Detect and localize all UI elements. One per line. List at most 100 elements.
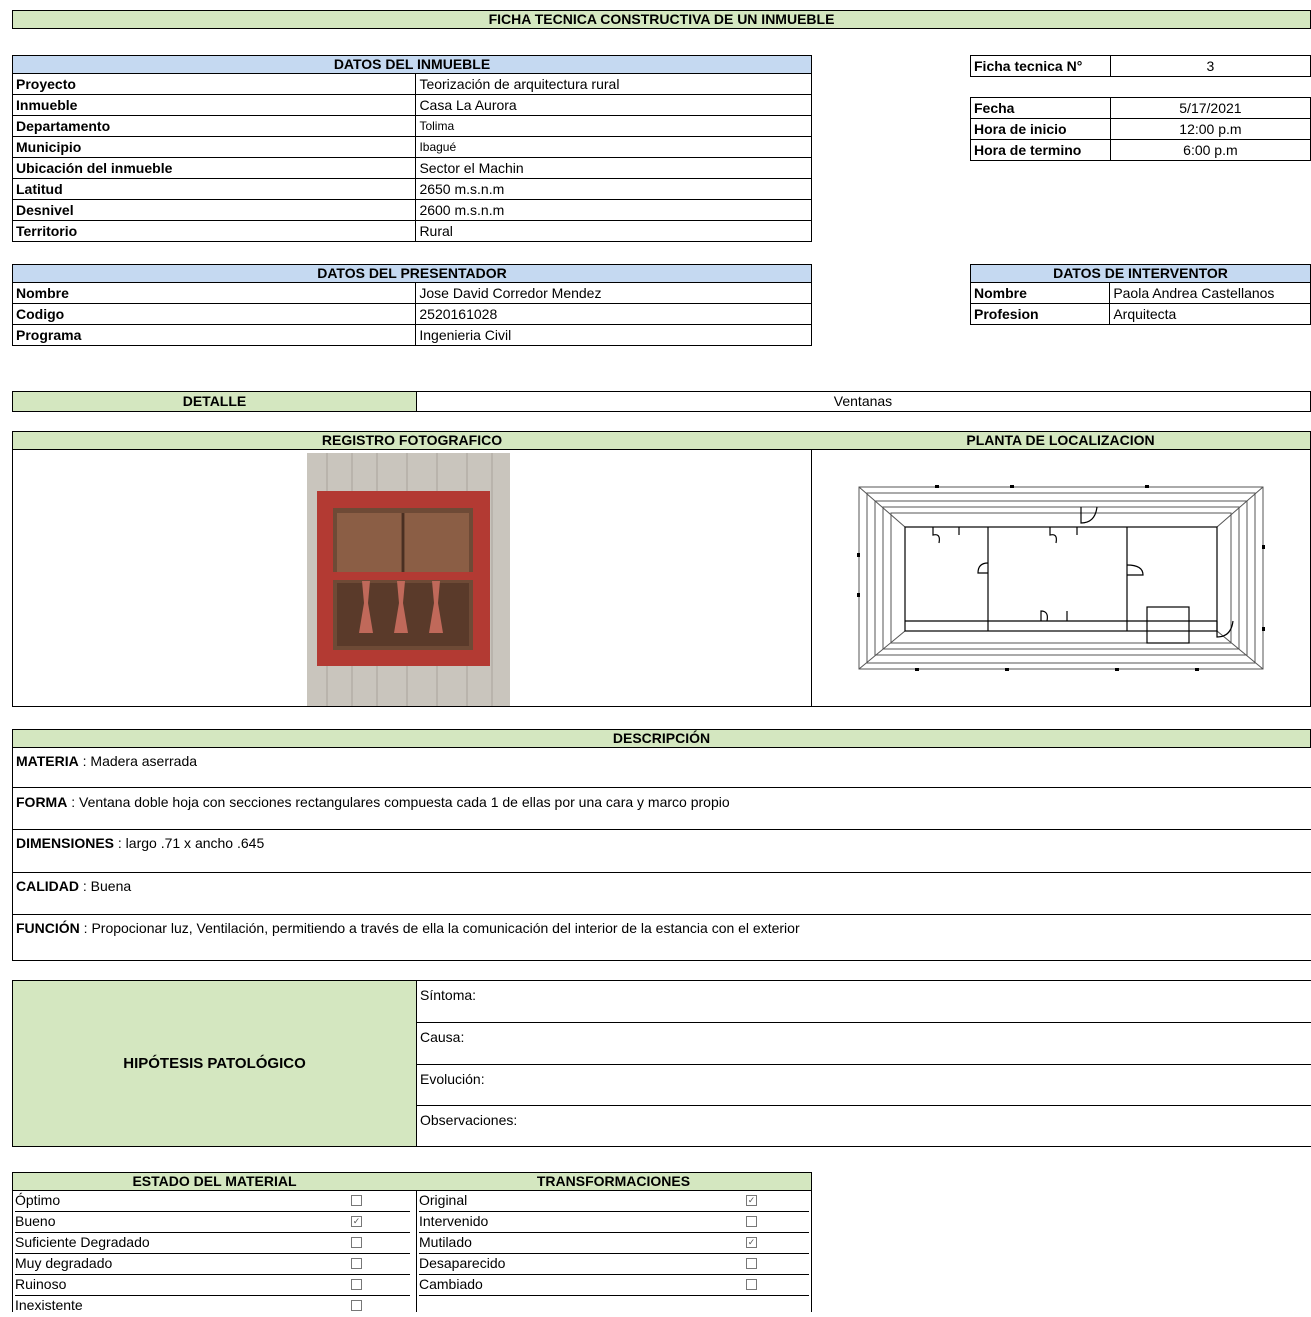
- inmueble-table: Proyecto Teorización de arquitectura rura…: [11, 73, 812, 242]
- transformaciones-header: TRANSFORMACIONES: [416, 1172, 812, 1191]
- row-label: Nombre: [969, 282, 1111, 304]
- calidad-value: : Buena: [79, 878, 132, 894]
- estado-checkbox[interactable]: [351, 1300, 362, 1311]
- row-label: Programa: [11, 324, 417, 346]
- row-label: Departamento: [11, 115, 417, 137]
- row-label: Nombre: [11, 282, 417, 304]
- row-value: 2600 m.s.n.m: [415, 199, 812, 221]
- row-label: Ubicación del inmueble: [11, 157, 417, 179]
- table-row: Inmueble Casa La Aurora: [11, 94, 812, 116]
- interventor-header: DATOS DE INTERVENTOR: [970, 264, 1311, 283]
- forma-label: FORMA: [16, 794, 68, 810]
- hipotesis-label: HIPÓTESIS PATOLÓGICO: [12, 980, 417, 1147]
- estado-ruinoso-label: Ruinoso: [15, 1276, 67, 1292]
- presentador-table: Nombre Jose David Corredor Mendez Codigo 2…: [11, 282, 812, 346]
- trans-intervenido-label: Intervenido: [419, 1213, 489, 1229]
- row-value: 5/17/2021: [1109, 97, 1311, 119]
- table-row: Territorio Rural: [11, 220, 812, 242]
- row-value: 2650 m.s.n.m: [415, 178, 812, 200]
- row-value: Casa La Aurora: [415, 94, 812, 116]
- row-label: Latitud: [11, 178, 417, 200]
- row-label: Territorio: [11, 220, 417, 242]
- table-row: Hora de inicio 12:00 p.m: [970, 118, 1311, 140]
- ficha-number-value: 3: [1109, 55, 1311, 77]
- row-label: Inmueble: [11, 94, 417, 116]
- table-row: Nombre Jose David Corredor Mendez: [11, 282, 812, 304]
- trans-checkbox[interactable]: ✓: [746, 1237, 757, 1248]
- presentador-header: DATOS DEL PRESENTADOR: [12, 264, 812, 283]
- table-row: Departamento Tolima: [11, 115, 812, 137]
- estado-muy-degradado-label: Muy degradado: [15, 1255, 113, 1271]
- page-title: FICHA TECNICA CONSTRUCTIVA DE UN INMUEBL…: [12, 10, 1311, 29]
- descripcion-calidad: CALIDAD : Buena: [12, 873, 1311, 915]
- row-label: Desnivel: [11, 199, 417, 221]
- estado-optimo-label: Óptimo: [15, 1192, 61, 1208]
- descripcion-dimensiones: DIMENSIONES : largo .71 x ancho .645: [12, 830, 1311, 873]
- trans-checkbox[interactable]: ✓: [746, 1195, 757, 1206]
- row-value: Ingenieria Civil: [415, 324, 812, 346]
- dimensiones-label: DIMENSIONES: [16, 835, 115, 851]
- table-row: Codigo 2520161028: [11, 303, 812, 325]
- causa-field[interactable]: Causa:: [416, 1023, 1311, 1065]
- estado-checkbox[interactable]: [351, 1279, 362, 1290]
- descripcion-funcion: FUNCIÓN : Propocionar luz, Ventilación, …: [12, 915, 1311, 960]
- estado-checkbox[interactable]: [351, 1195, 362, 1206]
- ficha-number-table: Ficha tecnica N° 3: [970, 55, 1311, 77]
- table-row: Desnivel 2600 m.s.n.m: [11, 199, 812, 221]
- estado-checkbox[interactable]: ✓: [351, 1216, 362, 1227]
- row-value: Jose David Corredor Mendez: [415, 282, 812, 304]
- row-value: 2520161028: [415, 303, 812, 325]
- row-label: Hora de inicio: [970, 118, 1111, 140]
- trans-cambiado-label: Cambiado: [419, 1276, 483, 1292]
- row-value: Arquitecta: [1109, 303, 1311, 325]
- estado-bueno-label: Bueno: [15, 1213, 56, 1229]
- location-plan-drawing: [857, 485, 1265, 671]
- row-value: Tolima: [415, 115, 812, 137]
- observaciones-field[interactable]: Observaciones:: [416, 1106, 1311, 1146]
- funcion-value: : Propocionar luz, Ventilación, permitie…: [79, 920, 800, 936]
- table-row: Municipio Ibagué: [11, 136, 812, 158]
- descripcion-forma: FORMA : Ventana doble hoja con secciones…: [12, 788, 1311, 830]
- row-label: Profesion: [969, 303, 1111, 325]
- descripcion-header: DESCRIPCIÓN: [12, 729, 1311, 748]
- row-label: Hora de termino: [970, 139, 1111, 161]
- estado-suficiente-label: Suficiente Degradado: [15, 1234, 150, 1250]
- row-value: Sector el Machin: [415, 157, 812, 179]
- materia-label: MATERIA: [16, 753, 79, 769]
- row-value: 12:00 p.m: [1109, 118, 1311, 140]
- table-row: Hora de termino 6:00 p.m: [970, 139, 1311, 161]
- estado-checkbox[interactable]: [351, 1258, 362, 1269]
- ficha-number-label: Ficha tecnica N°: [970, 55, 1111, 77]
- table-row: Ubicación del inmueble Sector el Machin: [11, 157, 812, 179]
- materia-value: : Madera aserrada: [78, 753, 198, 769]
- row-label: Fecha: [970, 97, 1111, 119]
- estado-checkbox[interactable]: [351, 1237, 362, 1248]
- ficha-times-table: Fecha 5/17/2021 Hora de inicio 12:00 p.m H…: [970, 97, 1311, 161]
- row-value: Rural: [415, 220, 812, 242]
- funcion-label: FUNCIÓN: [16, 920, 80, 936]
- window-photo: [307, 453, 510, 706]
- transformaciones-list: Original Intervenido Mutilado Desapareci…: [416, 1190, 812, 1312]
- interventor-table: Nombre Paola Andrea Castellanos Profesion…: [969, 282, 1311, 325]
- table-row: Programa Ingenieria Civil: [11, 324, 812, 346]
- table-row: Proyecto Teorización de arquitectura rura…: [11, 73, 812, 95]
- detalle-label: DETALLE: [12, 391, 417, 412]
- table-row: Profesion Arquitecta: [969, 303, 1311, 325]
- table-row: Fecha 5/17/2021: [970, 97, 1311, 119]
- row-value: Teorización de arquitectura rural: [415, 73, 812, 95]
- row-label: Municipio: [11, 136, 417, 158]
- trans-checkbox[interactable]: [746, 1279, 757, 1290]
- trans-checkbox[interactable]: [746, 1258, 757, 1269]
- registro-header: REGISTRO FOTOGRAFICO: [12, 431, 812, 450]
- table-row: Nombre Paola Andrea Castellanos: [969, 282, 1311, 304]
- calidad-label: CALIDAD: [16, 878, 79, 894]
- sintoma-field[interactable]: Síntoma:: [416, 981, 1311, 1023]
- table-row: Latitud 2650 m.s.n.m: [11, 178, 812, 200]
- row-value: 6:00 p.m: [1109, 139, 1311, 161]
- dimensiones-value: : largo .71 x ancho .645: [114, 835, 265, 851]
- trans-original-label: Original: [419, 1192, 468, 1208]
- estado-list: Óptimo Bueno Suficiente Degradado Muy de…: [12, 1190, 417, 1313]
- evolucion-field[interactable]: Evolución:: [416, 1065, 1311, 1106]
- trans-checkbox[interactable]: [746, 1216, 757, 1227]
- descripcion-materia: MATERIA : Madera aserrada: [12, 749, 1311, 788]
